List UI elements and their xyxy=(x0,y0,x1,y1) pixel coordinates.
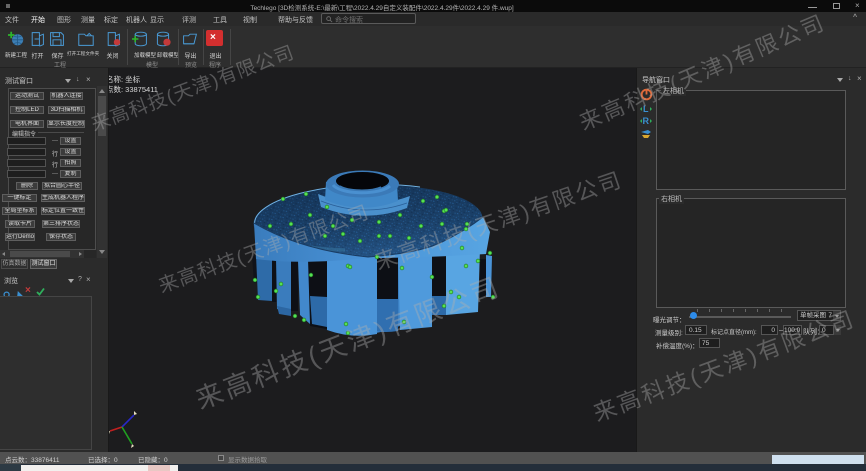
svg-text:点数: 33875411: 点数: 33875411 xyxy=(109,84,158,94)
svg-text:L: L xyxy=(643,104,649,114)
svg-text:R: R xyxy=(643,116,650,126)
svg-text:名称: 坐标: 名称: 坐标 xyxy=(109,74,141,84)
